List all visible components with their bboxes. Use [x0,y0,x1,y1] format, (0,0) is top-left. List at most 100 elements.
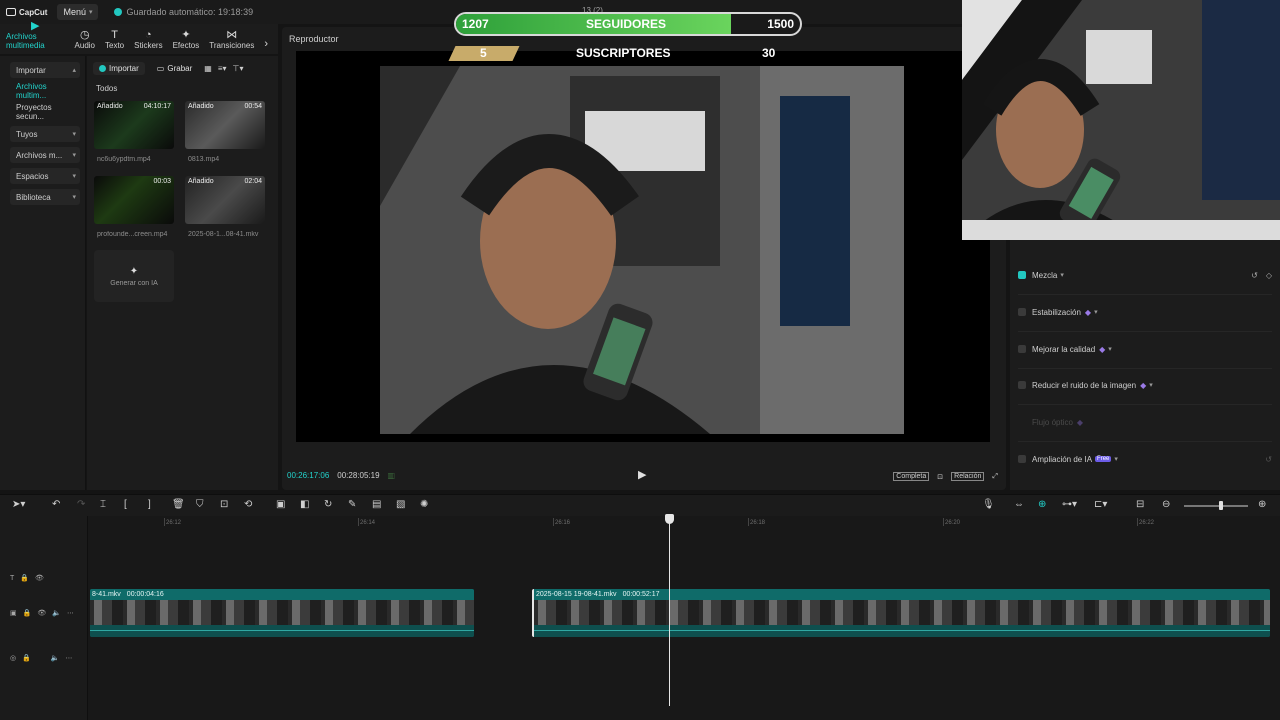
tab-label: Audio [74,41,95,50]
sparkle-icon[interactable]: ✺ [420,499,428,510]
tabs-more-button[interactable]: › [264,38,268,54]
reset-icon[interactable]: ↺ [1251,271,1258,280]
undo-icon[interactable]: ↶ [52,499,60,510]
delete-icon[interactable]: 🗑 [172,499,185,510]
row-denoise[interactable]: Reducir el ruido de la imagen ◆ ▾ [1018,378,1272,392]
generate-ai-button[interactable]: ✦ Generar con IA [94,250,174,302]
record-button[interactable]: ▭ Grabar [151,62,198,75]
ai-edit-icon[interactable]: ▧ [396,499,405,510]
row-ai-upscale[interactable]: Ampliación de IA Free ▾ ↺ [1018,452,1272,466]
player-title: Reproductor [289,34,339,44]
tab-text[interactable]: T Texto [105,29,124,54]
mirror-icon[interactable]: ◧ [300,499,309,510]
filter-icon[interactable]: ⊤▾ [233,64,244,73]
media-item-4[interactable]: Añadido 02:04 [185,176,265,224]
video-stage[interactable] [296,51,990,442]
caption-icon[interactable]: ▤ [372,499,381,510]
app-name: CapCut [19,7,48,17]
media-item-1[interactable]: Añadido 04:10:17 [94,101,174,149]
grid-view-icon[interactable]: ▦ [204,64,212,73]
ratio-button[interactable]: Relación [951,472,985,481]
sort-icon[interactable]: ≡▾ [218,64,227,73]
reset-icon[interactable]: ↺ [1265,455,1272,464]
shield-icon[interactable]: ⛉ [196,499,204,510]
tab-media[interactable]: ▶ Archivos multimedia [6,20,65,54]
record-icon: ▭ [156,63,165,73]
chevron-down-icon: ▾ [1060,272,1064,279]
enhance-checkbox[interactable] [1018,345,1026,353]
subscribers-current: 5 [480,46,487,60]
row-blend[interactable]: Mezcla ▾ ↺ ◇ [1018,268,1272,282]
denoise-checkbox[interactable] [1018,381,1026,389]
sidebar-item-spaces[interactable]: Espacios ▾ [10,168,80,184]
chevron-down-icon: ▾ [1114,456,1118,463]
blend-checkbox[interactable] [1018,271,1026,279]
trim-left-icon[interactable]: [ [124,499,127,510]
sidebar-item-secondary-projects[interactable]: Proyectos secun... [10,103,80,121]
zoom-slider[interactable] [1184,505,1248,507]
sidebar-item-label: Importar [16,65,46,75]
snap-icon[interactable]: ⊶▾ [1062,499,1077,510]
menu-button[interactable]: Menú ▾ [57,4,99,20]
sidebar-item-yours[interactable]: Tuyos ▾ [10,126,80,142]
sidebar-item-library[interactable]: Biblioteca ▾ [10,189,80,205]
ai-upscale-checkbox[interactable] [1018,455,1026,463]
zoom-slider-handle[interactable] [1219,501,1223,510]
speaker-icon[interactable]: 🔈 [52,609,61,617]
zoom-out-icon[interactable]: ⊖ [1162,499,1170,510]
more-icon[interactable]: ⋯ [67,609,74,617]
crop-icon[interactable]: ⊡ [220,499,228,510]
media-panel: Importar ▭ Grabar ▦ ≡▾ ⊤▾ Todos Añadido 0… [87,56,278,490]
player-timecodes: 00:26:17:06 00:28:05:19 ▥ [287,471,395,480]
clip-name: 2025-08-15 19-08-41.mkv [536,591,617,598]
freeze-icon[interactable]: ▣ [276,499,285,510]
sidebar-item-import[interactable]: Importar ▴ [10,62,80,78]
play-button[interactable]: ▶ [638,468,646,481]
row-stabilization[interactable]: Estabilización ◆ ▾ [1018,305,1272,319]
microphone-icon[interactable]: 🎙 [982,499,995,510]
trim-right-icon[interactable]: ] [148,499,151,510]
playhead-line[interactable] [669,514,670,706]
select-tool-icon[interactable]: ➤▾ [12,499,25,510]
tab-audio[interactable]: ◷ Audio [75,29,95,54]
playhead-handle[interactable] [665,514,674,524]
eye-icon[interactable]: 👁 [35,574,44,582]
speaker-icon[interactable]: 🔈 [51,654,60,662]
eye-icon[interactable]: 👁 [37,609,46,617]
sidebar-item-media-files[interactable]: Archivos multim... [10,82,80,100]
row-enhance-quality[interactable]: Mejorar la calidad ◆ ▾ [1018,342,1272,356]
media-item-3[interactable]: 00:03 [94,176,174,224]
tab-effects[interactable]: ✦ Efectos [173,29,200,54]
lock-icon[interactable]: 🔒 [23,609,32,617]
fullscreen-icon[interactable]: ⤢ [992,473,998,481]
timeline-toggle-icon[interactable]: ▥ [388,471,396,480]
caption-sync-icon[interactable]: ⊟ [1136,499,1144,510]
keyframe-icon[interactable]: ◇ [1266,271,1272,280]
redo-icon[interactable]: ↷ [77,499,85,510]
video-clip-1[interactable]: 8-41.mkv 00:00:04:16 [90,589,474,637]
split-icon[interactable]: ⌶ [100,499,106,510]
video-frame [380,66,904,434]
lock-icon[interactable]: 🔒 [22,654,31,662]
stabilization-checkbox[interactable] [1018,308,1026,316]
row-label: Ampliación de IA [1032,454,1093,464]
import-button[interactable]: Importar [93,61,145,75]
magnet-icon[interactable]: ⊕ [1038,499,1046,510]
video-clip-2[interactable]: 2025-08-15 19-08-41.mkv 00:00:52:17 [532,589,1270,637]
full-quality-button[interactable]: Completa [893,472,930,481]
tab-transitions[interactable]: ⋈ Transiciones [209,29,254,54]
snapshot-icon[interactable]: ⊡ [937,473,943,481]
timeline-toolbar: ➤▾ ↶ ↷ ⌶ [ ] 🗑 ⛉ ⊡ ⟲ ▣ ◧ ↻ ✎ ▤ ▧ ✺ 🎙 ⇔ ⊕… [0,494,1280,516]
link-icon[interactable]: ⇔ [1014,499,1024,510]
more-icon[interactable]: ⋯ [66,654,73,662]
preview-axis-icon[interactable]: ⊏▾ [1094,499,1107,510]
speed-icon[interactable]: ⟲ [244,499,252,510]
tab-stickers[interactable]: ◔ Stickers [134,29,162,54]
rotate-icon[interactable]: ↻ [324,499,332,510]
sidebar-item-files[interactable]: Archivos m... ▾ [10,147,80,163]
magic-icon[interactable]: ✎ [348,499,356,510]
media-item-2[interactable]: Añadido 00:54 [185,101,265,149]
lock-icon[interactable]: 🔒 [20,574,29,582]
plus-icon [99,64,106,72]
zoom-in-icon[interactable]: ⊕ [1258,499,1266,510]
